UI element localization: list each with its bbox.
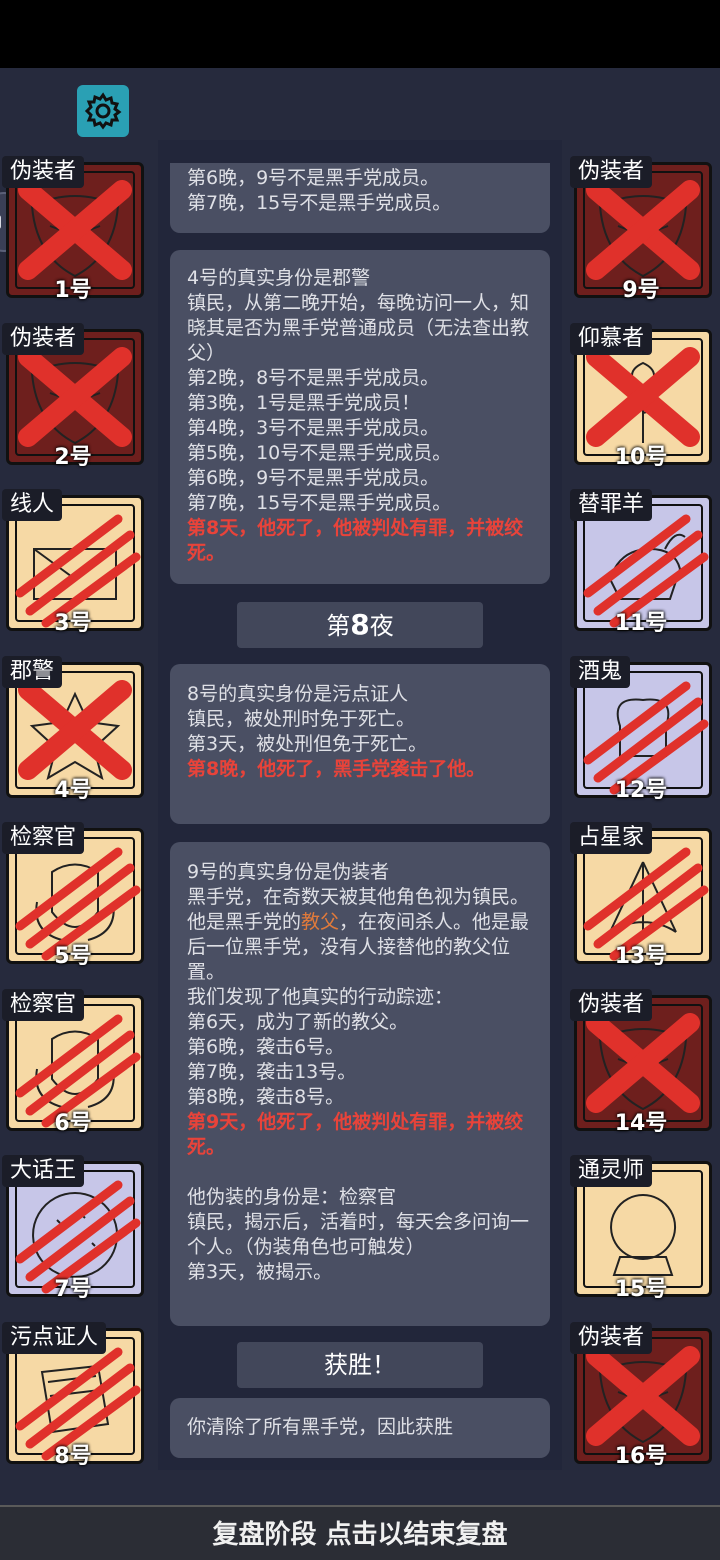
log-entry: 4号的真实身份是郡警 镇民，从第二晚开始，每晚访问一人，知晓其是否为黑手党普通成… <box>170 250 550 584</box>
death-line: 第9天，他死了，他被判处有罪，并被绞死。 <box>187 1111 524 1158</box>
player-card[interactable]: 伪装者 16号 <box>570 1321 712 1469</box>
player-card[interactable]: 伪装者 14号 <box>570 988 712 1136</box>
player-card[interactable]: 检察官 6号 <box>2 988 144 1136</box>
log-line: 第6天，成为了新的教父。 <box>187 1011 409 1033</box>
crystal-ball-icon <box>610 1194 677 1276</box>
role-label: 检察官 <box>2 988 85 1021</box>
log-line: 他伪装的身份是：检察官 <box>187 1186 397 1208</box>
role-label: 酒鬼 <box>570 655 631 688</box>
log-line: 镇民，被处刑时免于死亡。 <box>187 708 416 730</box>
death-line: 第8晚，他死了，黑手党袭击了他。 <box>187 758 486 780</box>
player-card[interactable]: 通灵师 15号 <box>570 1155 712 1302</box>
player-card[interactable]: 检察官 5号 <box>2 822 144 969</box>
end-review-button[interactable]: 复盘阶段 点击以结束复盘 <box>0 1505 720 1560</box>
log-line: 第3天，被揭示。 <box>187 1261 333 1283</box>
player-card[interactable]: 伪装者 1号 <box>2 156 144 303</box>
log-line: 镇民，从第二晚开始，每晚访问一人，知晓其是否为黑手党普通成员（无法查出教父） <box>187 292 530 364</box>
log-line: 第3天，被处刑但免于死亡。 <box>187 733 428 755</box>
role-label: 替罪羊 <box>570 489 653 521</box>
log-line: 第7晚，15号不是黑手党成员。 <box>187 492 452 514</box>
player-card[interactable]: 仰慕者 10号 <box>570 322 712 470</box>
player-card[interactable]: 伪装者 9号 <box>570 156 712 303</box>
seat-number: 15号 <box>614 1277 668 1302</box>
log-line: 第2晚，8号不是黑手党成员。 <box>187 367 440 389</box>
seat-number: 8号 <box>54 1443 92 1469</box>
log-line: 8号的真实身份是污点证人 <box>187 683 409 705</box>
seat-number: 14号 <box>614 1110 668 1136</box>
seat-number: 11号 <box>614 611 668 636</box>
log-line: 第8晚，袭击8号。 <box>187 1086 345 1108</box>
log-line: 第5晚，10号不是黑手党成员。 <box>187 442 452 464</box>
gear-icon <box>84 92 122 130</box>
log-line: 9号的真实身份是伪装者 <box>187 861 390 883</box>
victory-header: 获胜！ <box>237 1342 483 1388</box>
seat-number: 1号 <box>54 278 92 303</box>
seat-number: 12号 <box>614 777 668 803</box>
player-card[interactable]: 大话王 7号 <box>2 1155 144 1302</box>
log-text: 他是黑手党的 <box>187 911 302 933</box>
role-label: 伪装者 <box>570 156 653 188</box>
status-bar <box>0 0 720 68</box>
settings-button[interactable] <box>77 85 129 137</box>
role-label: 郡警 <box>2 655 63 688</box>
log-line: 镇民，揭示后，活着时，每天会多问询一个人。（伪装角色也可触发） <box>187 1211 530 1258</box>
role-label: 线人 <box>2 489 63 521</box>
seat-number: 9号 <box>622 278 660 303</box>
role-label: 大话王 <box>2 1155 85 1187</box>
player-card[interactable]: 占星家 13号 <box>570 822 712 969</box>
log-entry: 第6晚，9号不是黑手党成员。 第7晚，15号不是黑手党成员。 <box>170 163 550 233</box>
role-label: 伪装者 <box>570 988 653 1021</box>
night-header: 第8夜 <box>237 602 483 648</box>
role-label: 检察官 <box>2 822 85 854</box>
log-line: 第6晚，9号不是黑手党成员。 <box>187 467 440 489</box>
seat-number: 2号 <box>54 444 92 470</box>
player-card[interactable]: 郡警 4号 <box>2 655 144 803</box>
role-label: 污点证人 <box>2 1321 107 1354</box>
seat-number: 4号 <box>54 777 92 803</box>
log-line: 第6晚，袭击6号。 <box>187 1036 345 1058</box>
seat-number: 3号 <box>54 611 92 636</box>
log-line: 黑手党，在奇数天被其他角色视为镇民。 <box>187 886 530 908</box>
log-line: 第7晚，15号不是黑手党成员。 <box>187 192 452 214</box>
seat-number: 13号 <box>614 944 668 969</box>
log-line: 第4晚，3号不是黑手党成员。 <box>187 417 440 439</box>
log-entry: 8号的真实身份是污点证人 镇民，被处刑时免于死亡。 第3天，被处刑但免于死亡。 … <box>170 664 550 824</box>
role-label: 仰慕者 <box>570 322 653 355</box>
role-label: 伪装者 <box>2 156 85 188</box>
seat-number: 7号 <box>54 1277 92 1302</box>
log-line: 他是黑手党的教父，在夜间杀人。他是最后一位黑手党，没有人接替他的教父位置。 <box>187 910 533 985</box>
log-line: 第6晚，9号不是黑手党成员。 <box>187 167 440 189</box>
seat-number: 6号 <box>54 1110 92 1136</box>
player-card[interactable]: 伪装者 2号 <box>2 322 144 470</box>
player-card[interactable]: 替罪羊 11号 <box>570 489 712 636</box>
role-label: 占星家 <box>570 822 653 854</box>
seat-number: 16号 <box>614 1443 668 1469</box>
log-line: 你清除了所有黑手党，因此获胜 <box>187 1416 454 1438</box>
role-label: 伪装者 <box>2 322 85 355</box>
night-prefix: 第 <box>326 612 351 640</box>
role-label: 通灵师 <box>570 1155 653 1187</box>
log-line: 4号的真实身份是郡警 <box>187 267 371 289</box>
log-entry: 9号的真实身份是伪装者 黑手党，在奇数天被其他角色视为镇民。 他是黑手党的教父，… <box>170 842 550 1326</box>
role-label: 伪装者 <box>570 1321 653 1354</box>
seat-number: 5号 <box>54 944 92 969</box>
log-line: 我们发现了他真实的行动踪迹： <box>187 986 454 1008</box>
player-card[interactable]: 酒鬼 12号 <box>570 655 712 803</box>
godfather-highlight: 教父 <box>301 911 340 933</box>
log-entry: 你清除了所有黑手党，因此获胜 <box>170 1398 550 1458</box>
night-suffix: 夜 <box>369 612 394 640</box>
log-line: 第7晚，袭击13号。 <box>187 1061 357 1083</box>
night-number: 8 <box>350 608 370 641</box>
seat-number: 10号 <box>614 444 668 470</box>
log-line: 第3晚，1号是黑手党成员！ <box>187 392 421 414</box>
player-card[interactable]: 线人 3号 <box>2 489 144 636</box>
player-card[interactable]: 污点证人 8号 <box>2 1321 144 1469</box>
death-line: 第8天，他死了，他被判处有罪，并被绞死。 <box>187 517 524 564</box>
